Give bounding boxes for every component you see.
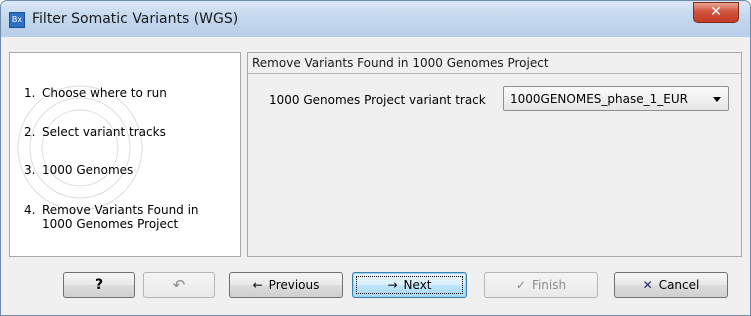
close-icon: ✕ [710, 4, 722, 20]
cancel-x-icon: ✕ [642, 278, 653, 292]
previous-button[interactable]: ← Previous [229, 272, 343, 298]
finish-label: Finish [531, 278, 567, 292]
step-4: 4. Remove Variants Found in 1000 Genomes … [24, 203, 199, 231]
help-button[interactable]: ? [63, 272, 135, 298]
section-divider [248, 73, 741, 74]
button-bar: ? ↶ ← Previous → Next ✓ Finish ✕ Cancel [9, 262, 742, 307]
chevron-down-icon [713, 97, 721, 102]
wizard-steps-panel: 1. Choose where to run 2. Select variant t… [9, 52, 241, 257]
step-label: Remove Variants Found in [42, 203, 199, 217]
step-label: 1000 Genomes [42, 163, 134, 177]
title-bar[interactable]: Bx Filter Somatic Variants (WGS) ✕ [1, 1, 750, 37]
step-number: 4. [24, 203, 36, 217]
step-label: Select variant tracks [42, 125, 166, 139]
step-content-panel: Remove Variants Found in 1000 Genomes Pr… [247, 52, 742, 257]
window-title: Filter Somatic Variants (WGS) [32, 11, 239, 27]
step-3: 3. 1000 Genomes [24, 163, 133, 177]
step-number: 3. [24, 163, 36, 177]
variant-track-label: 1000 Genomes Project variant track [269, 93, 486, 107]
help-icon: ? [94, 277, 104, 293]
checkmark-icon: ✓ [515, 278, 526, 292]
cancel-button[interactable]: ✕ Cancel [614, 272, 728, 298]
close-button[interactable]: ✕ [693, 2, 739, 23]
step-label-line2: 1000 Genomes Project [42, 217, 179, 231]
dialog-window: Bx Filter Somatic Variants (WGS) ✕ 1. Cho… [0, 0, 751, 316]
finish-button[interactable]: ✓ Finish [484, 272, 598, 298]
dialog-body: 1. Choose where to run 2. Select variant t… [9, 37, 742, 307]
variant-track-dropdown[interactable]: 1000GENOMES_phase_1_EUR [503, 86, 729, 111]
focus-ring [356, 276, 463, 294]
step-1: 1. Choose where to run [24, 86, 167, 100]
app-icon: Bx [9, 12, 25, 28]
step-label: Choose where to run [42, 86, 167, 100]
reset-button[interactable]: ↶ [143, 272, 215, 298]
arrow-left-icon: ← [252, 278, 263, 292]
step-number: 2. [24, 125, 36, 139]
step-2: 2. Select variant tracks [24, 125, 166, 139]
step-number: 1. [24, 86, 36, 100]
previous-label: Previous [268, 278, 320, 292]
section-title: Remove Variants Found in 1000 Genomes Pr… [252, 56, 549, 70]
reset-icon: ↶ [172, 276, 186, 294]
next-button[interactable]: → Next [352, 272, 467, 298]
variant-track-value: 1000GENOMES_phase_1_EUR [510, 92, 688, 106]
cancel-label: Cancel [658, 278, 700, 292]
